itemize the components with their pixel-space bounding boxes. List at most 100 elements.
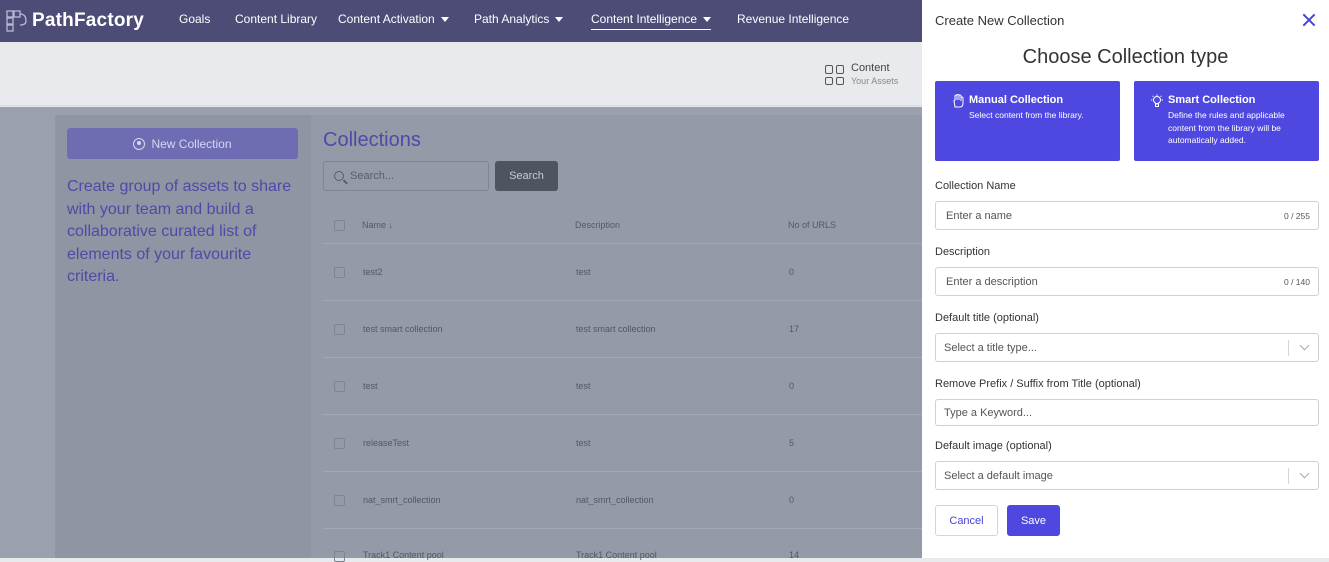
content-tile-title: Content	[851, 62, 890, 74]
hand-icon	[951, 93, 965, 108]
table-cell-urls: 14	[789, 550, 800, 560]
nav-revenue-intelligence-label: Revenue Intelligence	[737, 12, 850, 26]
table-cell-urls: 0	[789, 267, 795, 277]
manual-collection-desc: Select content from the library.	[969, 110, 1084, 120]
table-cell-description: test smart collection	[576, 324, 656, 334]
nav-content-activation[interactable]: Content Activation	[338, 12, 449, 26]
name-char-count: 0 / 255	[1284, 211, 1310, 221]
row-checkbox[interactable]	[334, 324, 345, 335]
new-collection-label: New Collection	[151, 136, 232, 151]
smart-collection-desc: Define the rules and applicable content …	[1168, 110, 1285, 145]
page-title: Collections	[323, 129, 421, 151]
prefix-suffix-label: Remove Prefix / Suffix from Title (optio…	[935, 378, 1141, 390]
table-cell-name[interactable]: test	[363, 381, 378, 391]
nav-content-intelligence-label: Content Intelligence	[591, 12, 698, 26]
chevron-down-icon	[1299, 468, 1310, 479]
table-cell-description: nat_smrt_collection	[576, 495, 654, 505]
column-header-urls[interactable]: No of URLS	[788, 220, 836, 230]
column-header-name[interactable]: Name ↓	[362, 220, 393, 230]
row-divider	[323, 357, 922, 358]
pathfactory-logo-icon	[6, 10, 27, 32]
search-icon	[334, 171, 344, 181]
description-placeholder: Enter a description	[946, 275, 1038, 288]
row-checkbox[interactable]	[334, 551, 345, 562]
default-image-label: Default image (optional)	[935, 440, 1052, 452]
select-all-checkbox[interactable]	[334, 220, 345, 231]
keyword-placeholder: Type a Keyword...	[944, 406, 1033, 419]
new-collection-button[interactable]: New Collection	[67, 128, 298, 159]
grid-icon	[825, 65, 845, 85]
nav-revenue-intelligence[interactable]: Revenue Intelligence	[737, 12, 849, 26]
caret-down-icon	[703, 16, 712, 22]
nav-path-analytics-label: Path Analytics	[474, 12, 550, 26]
cancel-button[interactable]: Cancel	[935, 505, 998, 536]
select-separator	[1288, 468, 1289, 484]
collection-name-label: Collection Name	[935, 180, 1016, 192]
default-title-label: Default title (optional)	[935, 312, 1039, 324]
lightbulb-icon	[1150, 94, 1164, 108]
caret-down-icon	[440, 16, 449, 22]
default-image-placeholder: Select a default image	[944, 469, 1053, 482]
collection-type-heading: Choose Collection type	[1022, 46, 1229, 68]
collection-name-placeholder: Enter a name	[946, 209, 1013, 222]
row-checkbox[interactable]	[334, 495, 345, 506]
nav-path-analytics[interactable]: Path Analytics	[474, 12, 564, 26]
manual-collection-card[interactable]: Manual Collection Select content from th…	[935, 81, 1120, 161]
nav-goals[interactable]: Goals	[179, 12, 210, 26]
nav-content-library[interactable]: Content Library	[235, 12, 317, 26]
nav-content-activation-label: Content Activation	[338, 12, 435, 26]
description-char-count: 0 / 140	[1284, 277, 1310, 287]
row-divider	[323, 471, 922, 472]
save-button[interactable]: Save	[1007, 505, 1060, 536]
smart-collection-title: Smart Collection	[1168, 94, 1256, 106]
table-cell-urls: 5	[789, 438, 795, 448]
default-image-select[interactable]: Select a default image	[935, 461, 1319, 490]
row-divider	[323, 243, 922, 244]
keyword-input[interactable]: Type a Keyword...	[935, 399, 1319, 426]
table-cell-name[interactable]: test2	[363, 267, 383, 277]
drawer-title: Create New Collection	[935, 13, 1065, 28]
description-input[interactable]: Enter a description 0 / 140	[935, 267, 1319, 296]
table-cell-urls: 0	[789, 381, 795, 391]
collections-description: Create group of assets to share with you…	[67, 178, 292, 285]
collection-name-input[interactable]: Enter a name 0 / 255	[935, 201, 1319, 230]
content-tile[interactable]: Content Your Assets	[825, 62, 898, 86]
search-input[interactable]: Search...	[323, 161, 489, 191]
row-divider	[323, 528, 922, 529]
smart-collection-card[interactable]: Smart Collection Define the rules and ap…	[1134, 81, 1319, 161]
table-cell-urls: 0	[789, 495, 795, 505]
table-cell-name[interactable]: Track1 Content pool	[363, 550, 444, 560]
select-separator	[1288, 340, 1289, 356]
logo[interactable]: PathFactory	[6, 8, 144, 34]
table-cell-name[interactable]: nat_smrt_collection	[363, 495, 441, 505]
row-checkbox[interactable]	[334, 381, 345, 392]
content-tile-subtitle: Your Assets	[851, 76, 899, 86]
description-label: Description	[935, 246, 991, 258]
default-title-placeholder: Select a title type...	[944, 341, 1037, 354]
row-divider	[323, 300, 922, 301]
add-circle-icon	[133, 137, 146, 150]
nav-content-intelligence[interactable]: Content Intelligence	[591, 12, 712, 30]
search-placeholder: Search...	[350, 170, 395, 182]
chevron-down-icon	[1299, 340, 1310, 351]
manual-collection-title: Manual Collection	[969, 94, 1064, 106]
row-checkbox[interactable]	[334, 438, 345, 449]
row-checkbox[interactable]	[334, 267, 345, 278]
table-cell-name[interactable]: test smart collection	[363, 324, 443, 334]
search-button[interactable]: Search	[495, 161, 558, 191]
table-cell-name[interactable]: releaseTest	[363, 438, 409, 448]
default-title-select[interactable]: Select a title type...	[935, 333, 1319, 362]
table-cell-description: test	[576, 438, 591, 448]
nav-goals-label: Goals	[179, 12, 211, 26]
close-icon[interactable]	[1301, 12, 1317, 28]
logo-text: PathFactory	[32, 10, 145, 31]
create-collection-drawer: Create New Collection Choose Collection …	[922, 0, 1329, 558]
table-cell-description: test	[576, 267, 591, 277]
caret-down-icon	[555, 16, 564, 22]
table-cell-urls: 17	[789, 324, 800, 334]
row-divider	[323, 414, 922, 415]
table-cell-description: Track1 Content pool	[576, 550, 657, 560]
table-cell-description: test	[576, 381, 591, 391]
nav-content-library-label: Content Library	[235, 12, 318, 26]
column-header-description[interactable]: Description	[575, 220, 620, 230]
